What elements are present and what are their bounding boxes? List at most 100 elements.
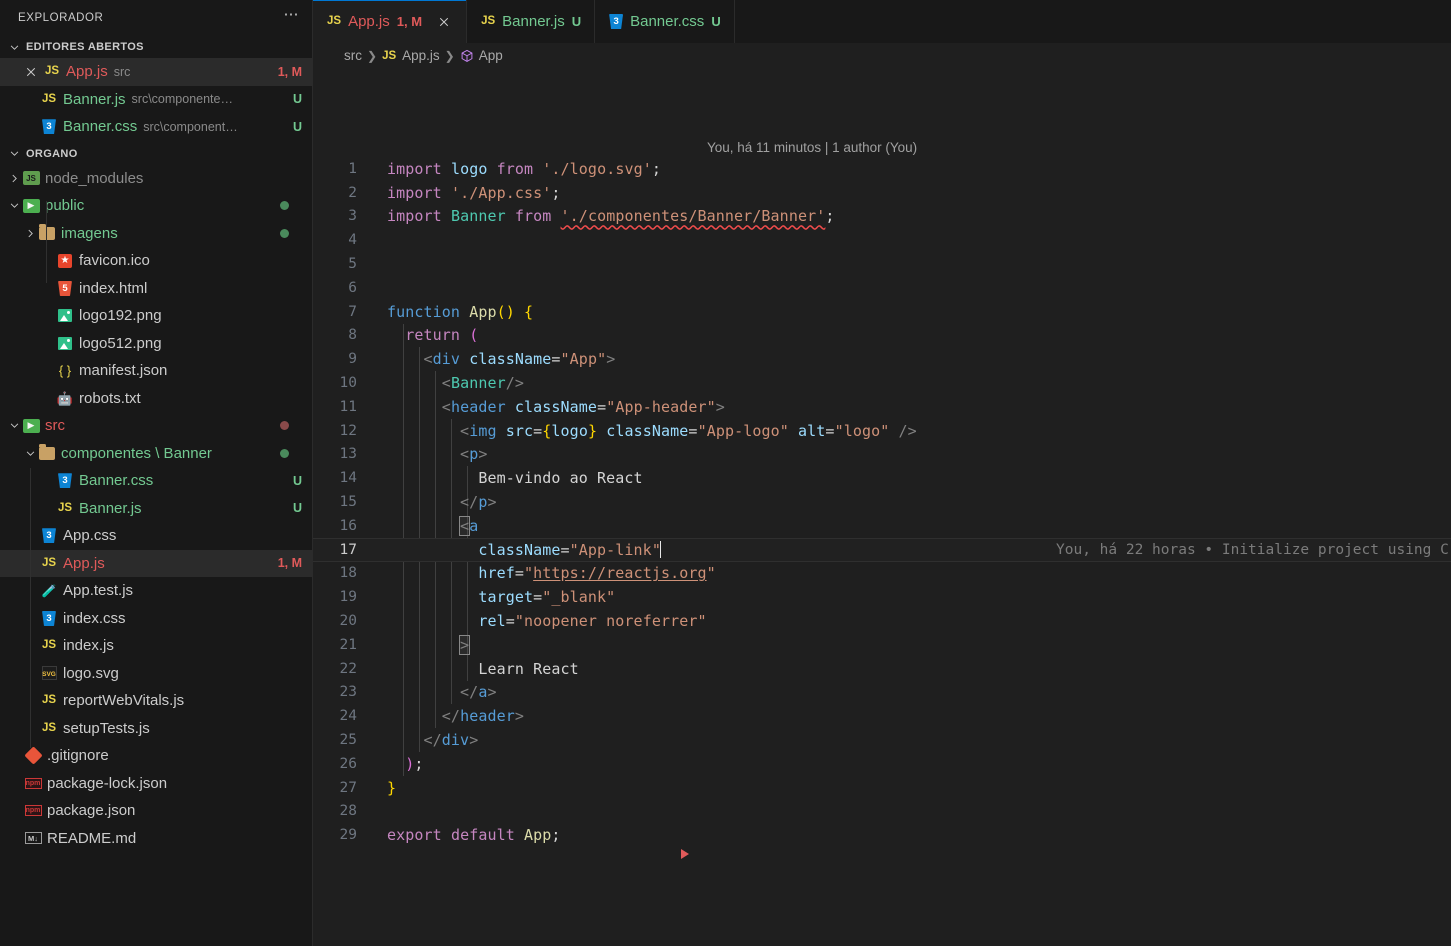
code-line[interactable]: 17 className="App-link" You, há 22 horas …	[313, 537, 1451, 562]
tree-item[interactable]: logo512.png	[0, 330, 312, 358]
tree-item[interactable]: 3 index.css	[0, 605, 312, 633]
chevron-down-icon[interactable]	[22, 445, 38, 461]
code-line[interactable]: 22 Learn React	[313, 657, 1451, 681]
chevron-right-icon[interactable]	[22, 225, 38, 241]
tree-item[interactable]: 3 Banner.css U	[0, 467, 312, 495]
file-icon-slot: JS	[56, 500, 74, 516]
npm-icon: npm	[24, 777, 42, 789]
code-line[interactable]: 11 <header className="App-header">	[313, 395, 1451, 419]
close-icon[interactable]	[435, 13, 453, 31]
code-line[interactable]: 2 import './App.css';	[313, 181, 1451, 205]
tree-item[interactable]: ▶ src	[0, 412, 312, 440]
code-line[interactable]: 9 <div className="App">	[313, 347, 1451, 371]
tree-item[interactable]: 🧪 App.test.js	[0, 577, 312, 605]
code-line[interactable]: 18 href="https://reactjs.org"	[313, 562, 1451, 586]
tree-item[interactable]: JS Banner.js U	[0, 495, 312, 523]
error-triangle-icon[interactable]	[681, 849, 689, 860]
git-blame-header: You, há 11 minutos | 1 author (You)	[707, 140, 918, 155]
tree-item[interactable]: .gitignore	[0, 742, 312, 770]
code-line[interactable]: 27}	[313, 776, 1451, 800]
code-line[interactable]: 29 export default App;	[313, 823, 1451, 847]
tree-item[interactable]: npm package-lock.json	[0, 770, 312, 798]
breadcrumb-folder[interactable]: src	[344, 48, 362, 63]
tree-item[interactable]: JS App.js 1, M	[0, 549, 312, 577]
chevron-right-icon[interactable]	[6, 170, 22, 186]
tree-item[interactable]: { } manifest.json	[0, 357, 312, 385]
file-icon-slot: JS	[40, 91, 58, 107]
code-line[interactable]: 1 import logo from './logo.svg';	[313, 157, 1451, 181]
code-line[interactable]: 13 <p>	[313, 443, 1451, 467]
code-line[interactable]: 25 </div>	[313, 728, 1451, 752]
line-number: 21	[339, 636, 357, 653]
file-icon-slot: ▶	[22, 418, 40, 434]
code-line[interactable]: 5	[313, 252, 1451, 276]
tree-item-label: App.css	[63, 527, 117, 545]
project-section-header[interactable]: ORGANO	[0, 143, 312, 165]
code-line[interactable]: 7 function App() {	[313, 300, 1451, 324]
open-editors-section-header[interactable]: EDITORES ABERTOS	[0, 36, 312, 58]
code-line[interactable]: 14 Bem-vindo ao React	[313, 466, 1451, 490]
code-line[interactable]: 19 target="_blank"	[313, 585, 1451, 609]
open-editor-path: src	[113, 64, 131, 79]
code-line[interactable]: 28	[313, 800, 1451, 824]
line-number: 28	[339, 803, 357, 820]
code-line[interactable]: 4	[313, 228, 1451, 252]
open-editor-item[interactable]: 3 Banner.css src\component… U	[0, 113, 312, 141]
code-line[interactable]: 12 <img src={logo} className="App-logo" …	[313, 419, 1451, 443]
tree-item[interactable]: componentes \ Banner	[0, 440, 312, 468]
tree-item[interactable]: SVG logo.svg	[0, 660, 312, 688]
close-icon[interactable]	[22, 63, 40, 81]
tree-item[interactable]: 3 App.css	[0, 522, 312, 550]
breadcrumb-symbol[interactable]: App	[479, 48, 503, 63]
code-line[interactable]: 8 return (	[313, 324, 1451, 348]
tree-item[interactable]: M↓ README.md	[0, 825, 312, 853]
line-number: 2	[348, 184, 357, 201]
tree-item-label: Banner.css	[79, 472, 154, 490]
tree-item[interactable]: logo192.png	[0, 302, 312, 330]
line-number: 13	[339, 446, 357, 463]
editor-tab[interactable]: JS Banner.js U	[467, 0, 596, 43]
js-icon: JS	[41, 694, 57, 706]
tree-item-label: logo512.png	[79, 334, 162, 352]
file-icon-slot: JS	[481, 14, 496, 28]
tab-list: JS App.js 1, M JS Banner.js U 3 Banner.css U	[313, 0, 735, 43]
chevron-down-icon[interactable]	[6, 418, 22, 434]
tree-item[interactable]: JS reportWebVitals.js	[0, 687, 312, 715]
open-editor-item[interactable]: JS Banner.js src\componente… U	[0, 86, 312, 114]
editor-tab[interactable]: JS App.js 1, M	[313, 0, 468, 43]
file-icon-slot	[56, 308, 74, 324]
ellipsis-icon[interactable]: ⋯	[284, 7, 301, 25]
tree-item[interactable]: npm package.json	[0, 797, 312, 825]
breadcrumb-file[interactable]: App.js	[402, 48, 440, 63]
code-lines[interactable]: 1 import logo from './logo.svg'; 2 import '…	[313, 157, 1451, 946]
chevron-down-icon[interactable]	[6, 198, 22, 214]
code-text: rel="noopener noreferrer"	[478, 612, 707, 631]
code-line[interactable]: 26 );	[313, 752, 1451, 776]
code-line[interactable]: 15 </p>	[313, 490, 1451, 514]
file-icon-slot: 3	[56, 473, 74, 489]
file-icon-slot: 🧪	[40, 583, 58, 599]
tree-item[interactable]: JS index.js	[0, 632, 312, 660]
png-icon	[58, 309, 72, 323]
code-text: import logo from './logo.svg';	[387, 159, 661, 178]
code-line[interactable]: 21 >	[313, 633, 1451, 657]
code-line[interactable]: 24 </header>	[313, 704, 1451, 728]
code-editor[interactable]: You, há 11 minutos | 1 author (You) 1 imp…	[313, 68, 1451, 946]
code-line[interactable]: 16 <a	[313, 514, 1451, 538]
code-line[interactable]: 6	[313, 276, 1451, 300]
tree-item-label: package.json	[47, 802, 136, 820]
code-line[interactable]: 23 </a>	[313, 681, 1451, 705]
tree-item[interactable]: 🤖 robots.txt	[0, 385, 312, 413]
editor-tab[interactable]: 3 Banner.css U	[595, 0, 735, 43]
line-number: 23	[339, 684, 357, 701]
code-line[interactable]: 3 import Banner from './componentes/Banne…	[313, 205, 1451, 229]
js-icon: JS	[481, 14, 496, 27]
open-editor-item[interactable]: JS App.js src 1, M	[0, 58, 312, 86]
line-number: 12	[339, 422, 357, 439]
tree-item[interactable]: JS node_modules	[0, 165, 312, 193]
tree-item-label: index.js	[63, 637, 114, 655]
editor-area: JS App.js 1, M JS Banner.js U 3 Banner.css U src…	[313, 0, 1451, 946]
tree-item[interactable]: JS setupTests.js	[0, 715, 312, 743]
code-line[interactable]: 20 rel="noopener noreferrer"	[313, 609, 1451, 633]
code-line[interactable]: 10 <Banner/>	[313, 371, 1451, 395]
